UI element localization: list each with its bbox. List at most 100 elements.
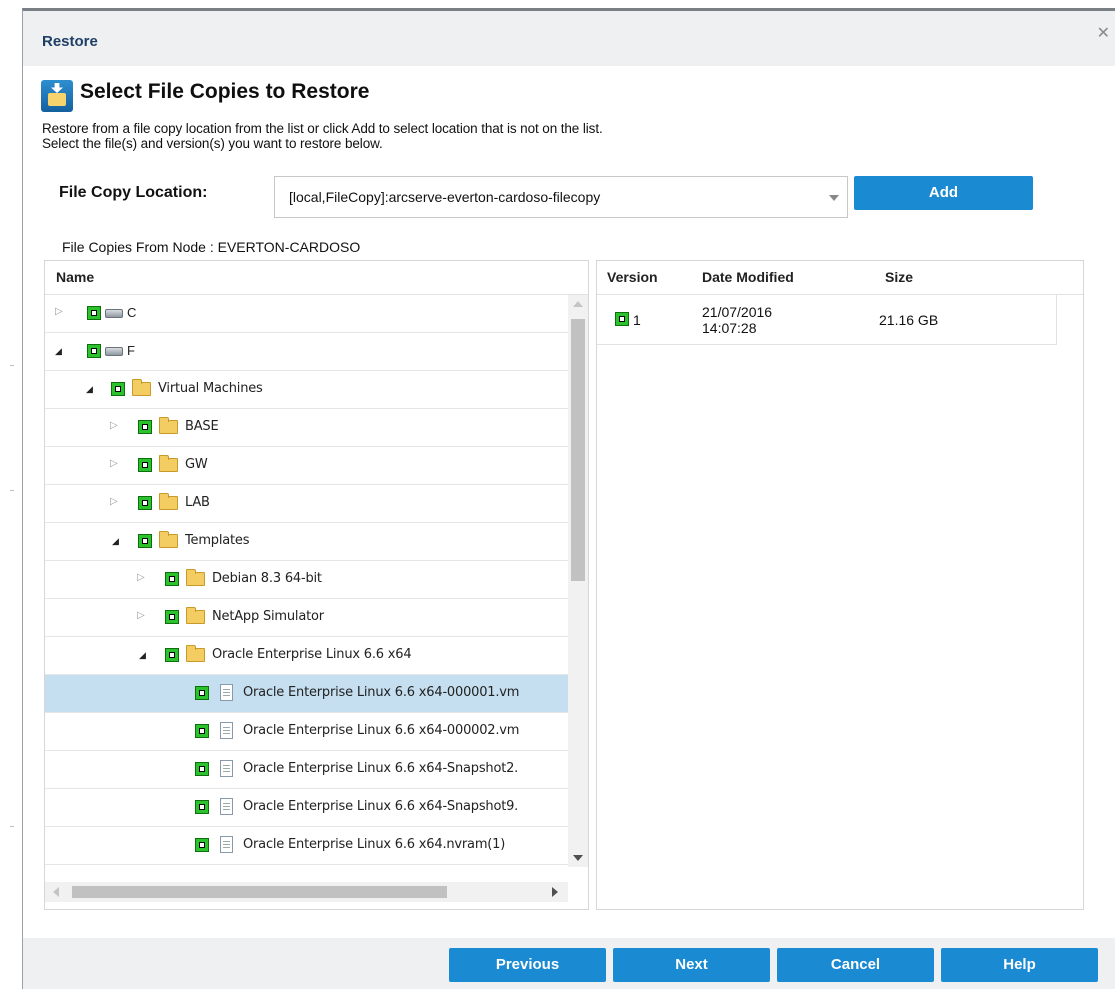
- dialog-title-bar[interactable]: Restore ✕: [23, 11, 1115, 66]
- tree-row-file[interactable]: Oracle Enterprise Linux 6.6 x64-Snapshot…: [45, 789, 568, 827]
- checkbox[interactable]: [138, 496, 152, 510]
- checkbox[interactable]: [87, 344, 101, 358]
- tree-row-drive-c[interactable]: ▷ C: [45, 295, 568, 333]
- expand-icon[interactable]: ▷: [137, 610, 147, 622]
- checkbox[interactable]: [165, 610, 179, 624]
- version-number: 1: [633, 312, 641, 328]
- folder-icon: [186, 607, 205, 624]
- drive-icon: [105, 347, 123, 356]
- collapse-icon[interactable]: ◢: [112, 535, 122, 547]
- scroll-down-icon[interactable]: [573, 855, 583, 861]
- date-modified-column-header[interactable]: Date Modified: [702, 269, 794, 285]
- description-line: Restore from a file copy location from t…: [42, 121, 603, 136]
- tree-row-folder[interactable]: ▷ Debian 8.3 64-bit: [45, 561, 568, 599]
- next-button[interactable]: Next: [613, 948, 770, 982]
- checkbox[interactable]: [195, 838, 209, 852]
- collapse-icon[interactable]: ◢: [86, 383, 96, 395]
- collapse-icon[interactable]: ◢: [55, 345, 65, 357]
- background-divider: [10, 490, 14, 491]
- scrollbar-thumb[interactable]: [571, 319, 585, 581]
- checkbox[interactable]: [165, 648, 179, 662]
- file-copy-location-label: File Copy Location:: [59, 184, 208, 201]
- date-value: 21/07/2016: [702, 304, 773, 320]
- tree-row-label: Oracle Enterprise Linux 6.6 x64-000002.v…: [243, 723, 520, 738]
- drive-icon: [105, 309, 123, 318]
- expand-icon[interactable]: ▷: [110, 458, 120, 470]
- checkbox[interactable]: [195, 724, 209, 738]
- versions-header: Version Date Modified Size: [597, 261, 1083, 295]
- checkbox[interactable]: [615, 312, 629, 326]
- tree-row-file[interactable]: Oracle Enterprise Linux 6.6 x64-Snapshot…: [45, 751, 568, 789]
- expand-icon[interactable]: ▷: [137, 572, 147, 584]
- folder-icon: [159, 417, 178, 434]
- folder-icon: [159, 493, 178, 510]
- tree-header[interactable]: Name: [45, 261, 588, 295]
- folder-icon: [186, 569, 205, 586]
- time-value: 14:07:28: [702, 320, 757, 336]
- close-icon[interactable]: ✕: [1097, 26, 1110, 42]
- tree-row-label: LAB: [185, 495, 210, 510]
- version-column-header[interactable]: Version: [607, 269, 658, 285]
- folder-icon: [159, 455, 178, 472]
- folder-icon: [186, 645, 205, 662]
- checkbox[interactable]: [87, 306, 101, 320]
- tree-row-drive-f[interactable]: ◢ F: [45, 333, 568, 371]
- restore-dialog: Restore ✕ Select File Copies to Restore …: [22, 8, 1115, 989]
- tree-row-folder[interactable]: ◢ Virtual Machines: [45, 371, 568, 409]
- collapse-icon[interactable]: ◢: [139, 649, 149, 661]
- folder-icon: [132, 379, 151, 396]
- checkbox[interactable]: [138, 420, 152, 434]
- size-column-header[interactable]: Size: [885, 269, 913, 285]
- node-label: File Copies From Node : EVERTON-CARDOSO: [62, 239, 361, 255]
- checkbox[interactable]: [195, 762, 209, 776]
- tree-row-folder[interactable]: ▷ BASE: [45, 409, 568, 447]
- scroll-left-icon[interactable]: [53, 887, 59, 897]
- previous-button[interactable]: Previous: [449, 948, 606, 982]
- date-modified: 21/07/2016 14:07:28: [702, 304, 812, 336]
- file-tree: ▷ C ◢ F ◢ Virtual Machines ▷ BASE ▷ GW ▷…: [45, 295, 568, 867]
- tree-row-folder[interactable]: ▷ LAB: [45, 485, 568, 523]
- background-window: [0, 0, 22, 989]
- chevron-down-icon[interactable]: [829, 195, 839, 201]
- checkbox[interactable]: [138, 534, 152, 548]
- versions-panel: Version Date Modified Size 1 21/07/2016 …: [596, 260, 1084, 910]
- cancel-button[interactable]: Cancel: [777, 948, 934, 982]
- checkbox[interactable]: [195, 686, 209, 700]
- tree-row-folder[interactable]: ◢ Templates: [45, 523, 568, 561]
- tree-row-file-selected[interactable]: Oracle Enterprise Linux 6.6 x64-000001.v…: [45, 675, 568, 713]
- expand-icon[interactable]: ▷: [110, 420, 120, 432]
- help-button[interactable]: Help: [941, 948, 1098, 982]
- checkbox[interactable]: [195, 800, 209, 814]
- name-column-header: Name: [56, 269, 95, 285]
- tree-row-folder[interactable]: ▷ NetApp Simulator: [45, 599, 568, 637]
- tree-row-label: GW: [185, 457, 208, 472]
- tree-row-file[interactable]: Oracle Enterprise Linux 6.6 x64.nvram(1): [45, 827, 568, 865]
- tree-row-label: Oracle Enterprise Linux 6.6 x64: [212, 647, 412, 662]
- file-copy-location-value: [local,FileCopy]:arcserve-everton-cardos…: [289, 189, 601, 205]
- checkbox[interactable]: [165, 572, 179, 586]
- tree-row-label: BASE: [185, 419, 219, 434]
- tree-row-label: NetApp Simulator: [212, 609, 324, 624]
- tree-row-file[interactable]: Oracle Enterprise Linux 6.6 x64-000002.v…: [45, 713, 568, 751]
- file-copy-location-select[interactable]: [local,FileCopy]:arcserve-everton-cardos…: [274, 176, 848, 218]
- vertical-scrollbar[interactable]: [568, 295, 588, 867]
- add-button[interactable]: Add: [854, 176, 1033, 210]
- horizontal-scrollbar[interactable]: [45, 882, 568, 902]
- scroll-right-icon[interactable]: [552, 887, 558, 897]
- expand-icon[interactable]: ▷: [55, 306, 65, 318]
- tree-row-folder[interactable]: ▷ GW: [45, 447, 568, 485]
- scrollbar-thumb[interactable]: [72, 886, 447, 898]
- folder-shape: [48, 93, 66, 106]
- scroll-up-icon[interactable]: [573, 301, 583, 307]
- dialog-footer: Previous Next Cancel Help: [23, 938, 1115, 989]
- tree-row-folder[interactable]: ◢ Oracle Enterprise Linux 6.6 x64: [45, 637, 568, 675]
- file-icon: [220, 836, 233, 853]
- tree-row-label: Templates: [185, 533, 250, 548]
- file-size: 21.16 GB: [879, 312, 939, 328]
- tree-row-label: Virtual Machines: [158, 381, 263, 396]
- expand-icon[interactable]: ▷: [110, 496, 120, 508]
- checkbox[interactable]: [138, 458, 152, 472]
- version-row[interactable]: 1 21/07/2016 14:07:28 21.16 GB: [597, 295, 1057, 345]
- file-icon: [220, 684, 233, 701]
- checkbox[interactable]: [111, 382, 125, 396]
